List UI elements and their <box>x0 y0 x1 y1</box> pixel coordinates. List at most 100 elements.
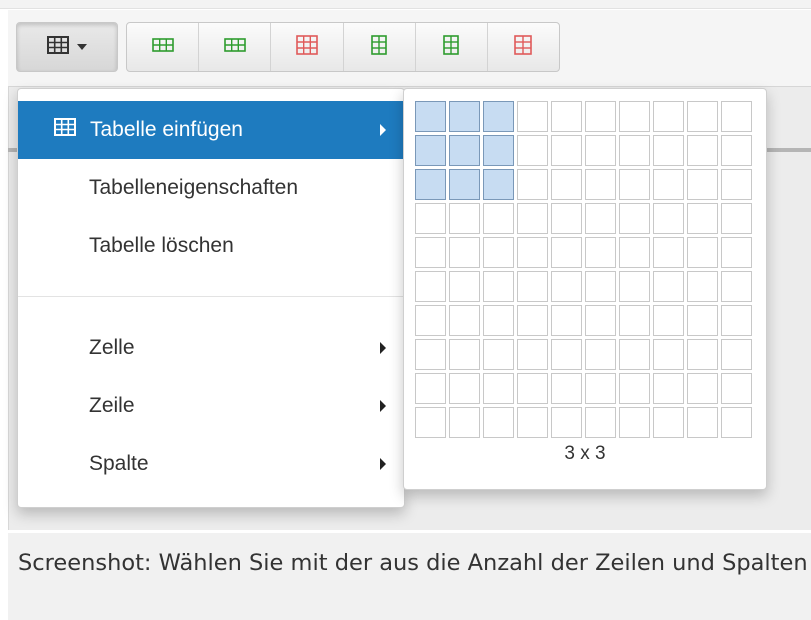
grid-cell[interactable] <box>551 135 582 166</box>
grid-cell[interactable] <box>585 135 616 166</box>
grid-cell[interactable] <box>653 407 684 438</box>
grid-cell[interactable] <box>551 305 582 336</box>
menu-item-tabelle-loeschen[interactable]: Tabelle löschen <box>18 217 404 275</box>
grid-cell-selected[interactable] <box>415 135 446 166</box>
grid-cell[interactable] <box>517 305 548 336</box>
grid-cell[interactable] <box>483 407 514 438</box>
grid-cell[interactable] <box>517 339 548 370</box>
grid-cell[interactable] <box>483 305 514 336</box>
grid-cell[interactable] <box>687 135 718 166</box>
grid-cell[interactable] <box>585 407 616 438</box>
grid-cell[interactable] <box>483 237 514 268</box>
grid-cell[interactable] <box>585 339 616 370</box>
delete-col-button[interactable] <box>488 23 559 71</box>
grid-cell[interactable] <box>415 271 446 302</box>
grid-cell[interactable] <box>687 237 718 268</box>
grid-cell[interactable] <box>551 373 582 404</box>
grid-cell[interactable] <box>619 407 650 438</box>
grid-cell[interactable] <box>721 237 752 268</box>
grid-cell[interactable] <box>687 271 718 302</box>
menu-item-zeile[interactable]: Zeile <box>18 377 404 435</box>
grid-cell-selected[interactable] <box>449 135 480 166</box>
grid-cell-selected[interactable] <box>483 101 514 132</box>
grid-cell[interactable] <box>619 373 650 404</box>
delete-row-button[interactable] <box>271 23 344 71</box>
grid-cell[interactable] <box>551 271 582 302</box>
grid-cell[interactable] <box>653 373 684 404</box>
grid-cell-selected[interactable] <box>415 101 446 132</box>
grid-cell[interactable] <box>653 339 684 370</box>
grid-cell[interactable] <box>721 101 752 132</box>
grid-cell[interactable] <box>449 237 480 268</box>
grid-cell[interactable] <box>687 101 718 132</box>
table-menu-button[interactable] <box>16 22 118 72</box>
grid-cell[interactable] <box>721 135 752 166</box>
grid-cell[interactable] <box>449 305 480 336</box>
grid-cell[interactable] <box>585 169 616 200</box>
grid-cell[interactable] <box>517 203 548 234</box>
grid-cell[interactable] <box>619 169 650 200</box>
grid-cell[interactable] <box>653 135 684 166</box>
grid-cell[interactable] <box>687 407 718 438</box>
grid-cell[interactable] <box>449 373 480 404</box>
grid-cell-selected[interactable] <box>415 169 446 200</box>
grid-cell[interactable] <box>619 237 650 268</box>
grid-cell[interactable] <box>483 373 514 404</box>
grid-cell[interactable] <box>415 237 446 268</box>
grid-cell[interactable] <box>483 339 514 370</box>
grid-cell[interactable] <box>653 101 684 132</box>
grid-cell[interactable] <box>687 169 718 200</box>
grid-cell[interactable] <box>721 271 752 302</box>
grid-cell[interactable] <box>449 271 480 302</box>
grid-cell[interactable] <box>415 373 446 404</box>
grid-cell[interactable] <box>721 305 752 336</box>
grid-cell[interactable] <box>619 339 650 370</box>
grid-cell[interactable] <box>721 339 752 370</box>
grid-cell[interactable] <box>653 271 684 302</box>
grid-cell[interactable] <box>449 203 480 234</box>
grid-cell[interactable] <box>415 203 446 234</box>
grid-cell[interactable] <box>721 407 752 438</box>
grid-cell[interactable] <box>721 203 752 234</box>
grid-cell[interactable] <box>687 305 718 336</box>
grid-cell[interactable] <box>483 271 514 302</box>
grid-cell[interactable] <box>517 169 548 200</box>
grid-cell[interactable] <box>517 135 548 166</box>
grid-cell[interactable] <box>721 169 752 200</box>
grid-cell-selected[interactable] <box>449 101 480 132</box>
grid-cell[interactable] <box>619 305 650 336</box>
grid-cell[interactable] <box>687 339 718 370</box>
grid-cell[interactable] <box>517 407 548 438</box>
grid-cell[interactable] <box>653 169 684 200</box>
menu-item-spalte[interactable]: Spalte <box>18 435 404 493</box>
grid-cell[interactable] <box>585 271 616 302</box>
grid-cell[interactable] <box>585 237 616 268</box>
grid-cell[interactable] <box>585 305 616 336</box>
grid-cell[interactable] <box>517 271 548 302</box>
grid-cell[interactable] <box>415 339 446 370</box>
grid-cell[interactable] <box>551 101 582 132</box>
grid-cell[interactable] <box>551 407 582 438</box>
grid-cell[interactable] <box>551 203 582 234</box>
grid-cell[interactable] <box>653 237 684 268</box>
grid-cell[interactable] <box>517 237 548 268</box>
grid-cell[interactable] <box>551 339 582 370</box>
menu-item-tabelleneigenschaften[interactable]: Tabelleneigenschaften <box>18 159 404 217</box>
menu-item-zelle[interactable]: Zelle <box>18 319 404 377</box>
grid-cell[interactable] <box>551 169 582 200</box>
grid-cell[interactable] <box>551 237 582 268</box>
grid-cell[interactable] <box>483 203 514 234</box>
grid-cell[interactable] <box>619 101 650 132</box>
grid-cell[interactable] <box>585 101 616 132</box>
grid-cell[interactable] <box>619 203 650 234</box>
grid-cell[interactable] <box>449 407 480 438</box>
grid-cell[interactable] <box>721 373 752 404</box>
grid-cell[interactable] <box>687 373 718 404</box>
insert-col-before-button[interactable] <box>344 23 416 71</box>
grid-cell-selected[interactable] <box>483 135 514 166</box>
grid-cell[interactable] <box>449 339 480 370</box>
grid-cell[interactable] <box>653 203 684 234</box>
grid-cell[interactable] <box>517 373 548 404</box>
grid-cell[interactable] <box>585 373 616 404</box>
menu-item-tabelle-einfuegen[interactable]: Tabelle einfügen <box>18 101 404 159</box>
